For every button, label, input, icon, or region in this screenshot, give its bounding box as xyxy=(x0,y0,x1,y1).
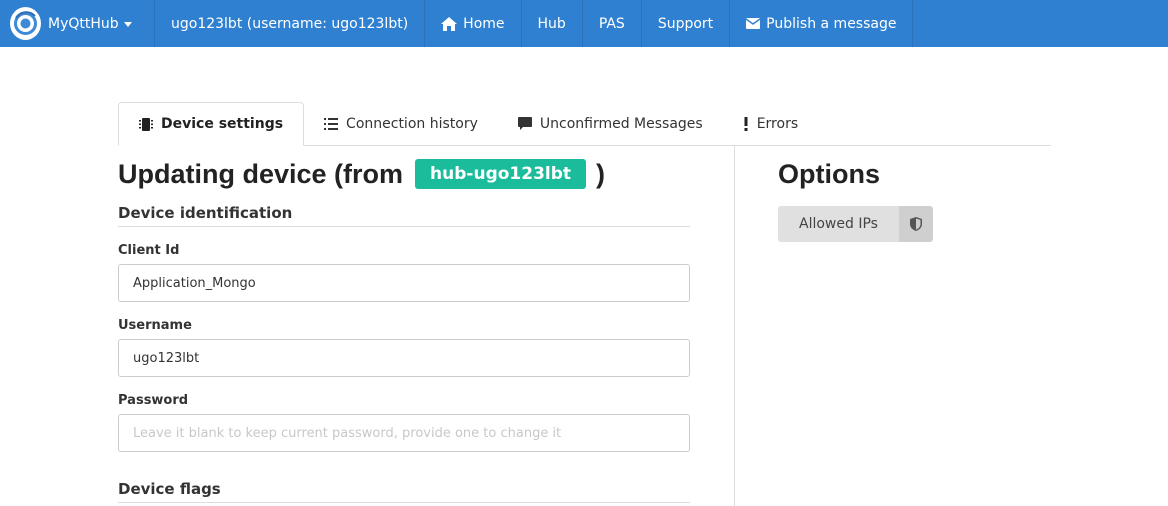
password-label: Password xyxy=(118,393,189,408)
nav-hub[interactable]: Hub xyxy=(522,0,583,47)
nav-hub-label: Hub xyxy=(537,15,566,32)
nav-pas[interactable]: PAS xyxy=(583,0,642,47)
tab-device-settings-label: Device settings xyxy=(161,116,284,132)
logo-icon xyxy=(10,7,41,40)
home-icon xyxy=(441,16,458,31)
nav-user[interactable]: ugo123lbt (username: ugo123lbt) xyxy=(155,0,426,47)
brand-menu[interactable]: MyQttHub xyxy=(0,0,155,47)
title-suffix: ) xyxy=(596,158,606,189)
section-device-identification: Device identification xyxy=(118,204,690,227)
tab-unconfirmed-messages-label: Unconfirmed Messages xyxy=(539,116,703,132)
nav-publish-label: Publish a message xyxy=(766,15,897,32)
username-label: Username xyxy=(118,318,192,333)
nav-user-label: ugo123lbt (username: ugo123lbt) xyxy=(171,15,409,32)
tab-connection-history-label: Connection history xyxy=(346,116,478,132)
allowed-ips-button[interactable]: Allowed IPs xyxy=(778,206,899,242)
envelope-icon xyxy=(746,18,761,29)
device-tabs: Device settings Connection history Uncon… xyxy=(118,102,1051,146)
nav-support[interactable]: Support xyxy=(642,0,731,47)
nav-support-label: Support xyxy=(657,15,714,32)
allowed-ips-label: Allowed IPs xyxy=(799,216,878,232)
exclamation-icon xyxy=(743,117,749,131)
client-id-label: Client Id xyxy=(118,243,180,258)
section-device-flags: Device flags xyxy=(118,480,690,503)
list-icon xyxy=(324,118,339,130)
device-form: Updating device (from hub-ugo123lbt ) De… xyxy=(118,146,690,503)
shield-icon[interactable] xyxy=(898,206,933,242)
column-divider xyxy=(734,146,735,506)
tab-unconfirmed-messages[interactable]: Unconfirmed Messages xyxy=(498,102,723,146)
comment-icon xyxy=(517,117,532,131)
tab-device-settings[interactable]: Device settings xyxy=(118,102,305,146)
title-prefix: Updating device (from xyxy=(118,158,404,189)
tab-connection-history[interactable]: Connection history xyxy=(304,102,498,146)
options-panel: Options Allowed IPs xyxy=(778,146,1078,242)
brand-label: MyQttHub xyxy=(48,15,119,32)
username-input[interactable] xyxy=(118,339,690,377)
caret-down-icon xyxy=(123,22,132,27)
options-title: Options xyxy=(778,158,880,189)
tab-errors-label: Errors xyxy=(756,116,799,132)
nav-pas-label: PAS xyxy=(598,15,625,32)
allowed-ips-group: Allowed IPs xyxy=(778,206,933,242)
top-navbar: MyQttHub ugo123lbt (username: ugo123lbt)… xyxy=(0,0,1168,47)
nav-home[interactable]: Home xyxy=(425,0,522,47)
nav-publish[interactable]: Publish a message xyxy=(730,0,914,47)
hub-badge: hub-ugo123lbt xyxy=(415,159,587,189)
tab-errors[interactable]: Errors xyxy=(723,102,818,146)
page-title: Updating device (from hub-ugo123lbt ) xyxy=(118,158,690,190)
client-id-input[interactable] xyxy=(118,264,690,302)
nav-home-label: Home xyxy=(463,15,505,32)
password-input[interactable] xyxy=(118,414,690,452)
chip-icon xyxy=(139,117,153,132)
